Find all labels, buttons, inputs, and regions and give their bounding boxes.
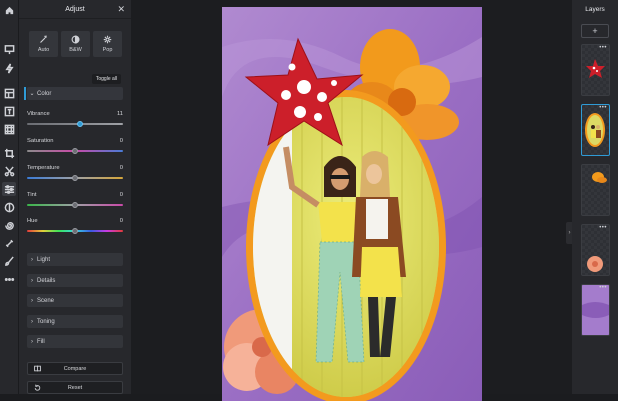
layer-menu-icon[interactable]: ••• xyxy=(599,105,607,111)
auto-button[interactable]: Auto xyxy=(29,31,58,57)
auto-button-label: Auto xyxy=(37,47,50,53)
effects-icon[interactable] xyxy=(2,200,16,214)
add-layer-button[interactable]: + xyxy=(581,24,609,38)
chevron-right-icon: › xyxy=(31,338,33,345)
home-icon[interactable] xyxy=(2,3,16,17)
slider-hue[interactable]: Hue 0 xyxy=(27,218,123,234)
layer-menu-icon[interactable]: ••• xyxy=(599,225,607,231)
layer-thumb-orange-flower[interactable] xyxy=(581,164,610,216)
section-label: Details xyxy=(37,277,56,284)
compare-icon xyxy=(34,365,41,372)
chevron-right-icon: › xyxy=(31,256,33,263)
section-label: Light xyxy=(37,256,51,263)
layers-title: Layers xyxy=(585,5,605,13)
bandage-icon[interactable] xyxy=(2,236,16,250)
slider-label: Saturation xyxy=(27,138,54,144)
slider-knob[interactable] xyxy=(72,201,78,208)
reset-label: Reset xyxy=(67,384,83,391)
layout-icon[interactable] xyxy=(2,86,16,100)
sparkle-icon xyxy=(103,35,112,44)
chevron-down-icon: ⌄ xyxy=(29,91,35,97)
slider-label: Tint xyxy=(27,192,37,198)
compare-button[interactable]: Compare xyxy=(27,362,123,375)
section-color[interactable]: ⌄ Color xyxy=(24,87,123,100)
section-label: Scene xyxy=(37,297,55,304)
layer-thumb-pink-flower[interactable]: ••• xyxy=(581,224,610,276)
adjust-panel: Adjust ✕ Auto B&W Pop Toggle all ⌄ Color… xyxy=(19,0,131,394)
slider-track[interactable] xyxy=(27,147,123,154)
slider-track[interactable] xyxy=(27,227,123,234)
slider-knob[interactable] xyxy=(72,227,78,234)
slider-label: Temperature xyxy=(27,165,60,171)
slider-track[interactable] xyxy=(27,201,123,208)
slider-label: Vibrance xyxy=(27,111,50,117)
layer-thumb-star[interactable]: ••• xyxy=(581,44,610,96)
section-label: Toning xyxy=(37,318,55,325)
canvas-tool-icon[interactable] xyxy=(2,42,16,56)
slider-value: 0 xyxy=(119,138,123,144)
pop-button-label: Pop xyxy=(102,47,113,53)
panel-header: Adjust ✕ xyxy=(19,0,131,19)
slider-label: Hue xyxy=(27,218,38,224)
slider-tint[interactable]: Tint 0 xyxy=(27,192,123,208)
slider-value: 11 xyxy=(116,111,123,117)
slider-knob[interactable] xyxy=(72,147,78,154)
layer-menu-icon[interactable]: ••• xyxy=(599,285,607,291)
slider-track[interactable] xyxy=(27,174,123,181)
scissors-icon[interactable] xyxy=(2,164,16,178)
canvas-area xyxy=(131,0,572,401)
panel-title: Adjust xyxy=(65,5,85,13)
close-icon[interactable]: ✕ xyxy=(117,4,125,15)
chevron-right-icon: › xyxy=(31,297,33,304)
pattern-icon[interactable] xyxy=(2,122,16,136)
slider-knob[interactable] xyxy=(72,174,78,181)
tool-rail xyxy=(0,0,19,394)
slider-value: 0 xyxy=(119,192,123,198)
collage-artwork[interactable] xyxy=(222,7,482,401)
more-tools-icon[interactable] xyxy=(2,272,16,286)
slider-value: 0 xyxy=(119,165,123,171)
section-details[interactable]: › Details xyxy=(27,274,123,287)
pop-button[interactable]: Pop xyxy=(93,31,122,57)
section-fill[interactable]: › Fill xyxy=(27,335,123,348)
adjust-sliders-icon[interactable] xyxy=(2,182,16,196)
slider-knob[interactable] xyxy=(76,120,83,127)
section-color-label: Color xyxy=(37,90,52,97)
layer-thumb-photo[interactable]: ••• xyxy=(581,104,610,156)
crop-icon[interactable] xyxy=(2,146,16,160)
slider-saturation[interactable]: Saturation 0 xyxy=(27,138,123,154)
layers-panel: Layers + ••• ••• ••• ••• xyxy=(572,0,618,394)
compare-label: Compare xyxy=(63,365,87,372)
lightning-icon[interactable] xyxy=(2,61,16,75)
reset-icon xyxy=(34,384,41,391)
section-scene[interactable]: › Scene xyxy=(27,294,123,307)
text-tool-icon[interactable] xyxy=(2,104,16,118)
chevron-right-icon: › xyxy=(31,277,33,284)
bw-button[interactable]: B&W xyxy=(61,31,90,57)
toggle-all-button[interactable]: Toggle all xyxy=(91,74,121,84)
section-label: Fill xyxy=(37,338,45,345)
auto-buttons: Auto B&W Pop xyxy=(29,31,122,57)
slider-track[interactable] xyxy=(27,120,123,127)
magic-wand-icon xyxy=(40,35,47,43)
slider-vibrance[interactable]: Vibrance 11 xyxy=(27,111,123,127)
reset-button[interactable]: Reset xyxy=(27,381,123,394)
brush-icon[interactable] xyxy=(2,254,16,268)
section-light[interactable]: › Light xyxy=(27,253,123,266)
spiral-icon[interactable] xyxy=(2,218,16,232)
layer-menu-icon[interactable]: ••• xyxy=(599,45,607,51)
section-toning[interactable]: › Toning xyxy=(27,315,123,328)
layer-thumb-background[interactable]: ••• xyxy=(581,284,610,336)
chevron-right-icon: › xyxy=(31,318,33,325)
slider-value: 0 xyxy=(119,218,123,224)
slider-temperature[interactable]: Temperature 0 xyxy=(27,165,123,181)
half-circle-icon xyxy=(71,35,80,44)
bw-button-label: B&W xyxy=(69,47,82,53)
